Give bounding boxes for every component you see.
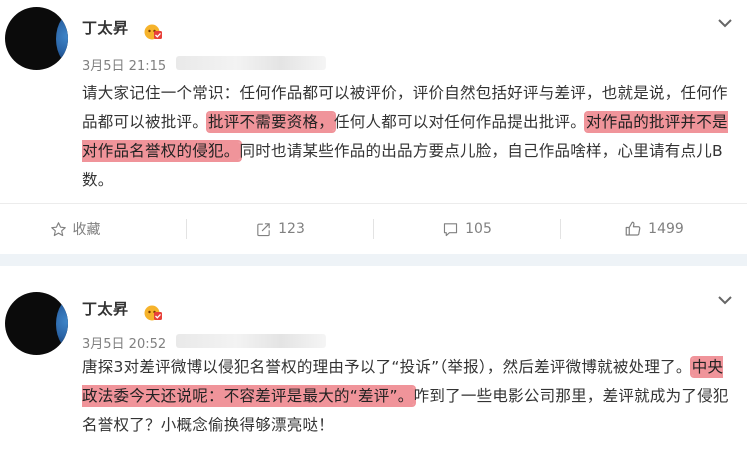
chevron-down-icon[interactable] <box>717 18 733 28</box>
post-text: 唐探3对差评微博以侵犯名誉权的理由予以了“投诉”（举报），然后差评微博就被处理了… <box>82 353 730 440</box>
action-bar: 收藏 123 105 1499 <box>0 203 747 254</box>
comment-icon <box>444 222 458 236</box>
feed-separator <box>0 254 747 266</box>
vip-badge-icon[interactable] <box>143 22 163 40</box>
repost-count: 123 <box>278 221 305 237</box>
text-segment: 任何人都可以对任何作品提出批评。 <box>334 113 587 131</box>
weibo-post-1: 丁太昇 3月5日 21:15 请大家记住一个常识：任何作品都可以被评价，评价自然… <box>0 0 747 254</box>
repost-button[interactable]: 123 <box>187 204 373 254</box>
vip-badge-icon[interactable] <box>143 303 163 321</box>
like-button[interactable]: 1499 <box>561 204 747 254</box>
author-name[interactable]: 丁太昇 <box>82 17 129 38</box>
avatar-earth-image <box>56 11 68 67</box>
highlighted-text: 批评不需要资格， <box>208 113 335 131</box>
like-icon <box>625 221 641 236</box>
star-icon <box>50 221 66 236</box>
blurred-source <box>176 334 326 348</box>
blurred-source <box>176 56 326 70</box>
text-segment: 唐探3对差评微博以侵犯名誉权的理由予以了“投诉”（举报），然后差评微博就被处理了… <box>82 358 692 376</box>
comment-button[interactable]: 105 <box>374 204 560 254</box>
repost-icon <box>257 222 270 236</box>
post-timestamp[interactable]: 3月5日 21:15 <box>82 55 166 74</box>
favorite-button[interactable]: 收藏 <box>0 204 150 254</box>
comment-count: 105 <box>465 221 492 237</box>
post-text: 请大家记住一个常识：任何作品都可以被评价，评价自然包括好评与差评，也就是说，任何… <box>82 79 730 195</box>
avatar[interactable] <box>5 292 68 355</box>
avatar-earth-image <box>56 296 68 352</box>
like-count: 1499 <box>648 221 684 237</box>
chevron-down-icon[interactable] <box>717 295 733 305</box>
weibo-post-2: 丁太昇 3月5日 20:52 唐探3对差评微博以侵犯名誉权的理由予以了“投诉”（… <box>0 266 747 454</box>
post-timestamp[interactable]: 3月5日 20:52 <box>82 333 166 352</box>
favorite-label: 收藏 <box>72 222 101 238</box>
author-name[interactable]: 丁太昇 <box>82 298 129 319</box>
avatar[interactable] <box>5 7 68 70</box>
